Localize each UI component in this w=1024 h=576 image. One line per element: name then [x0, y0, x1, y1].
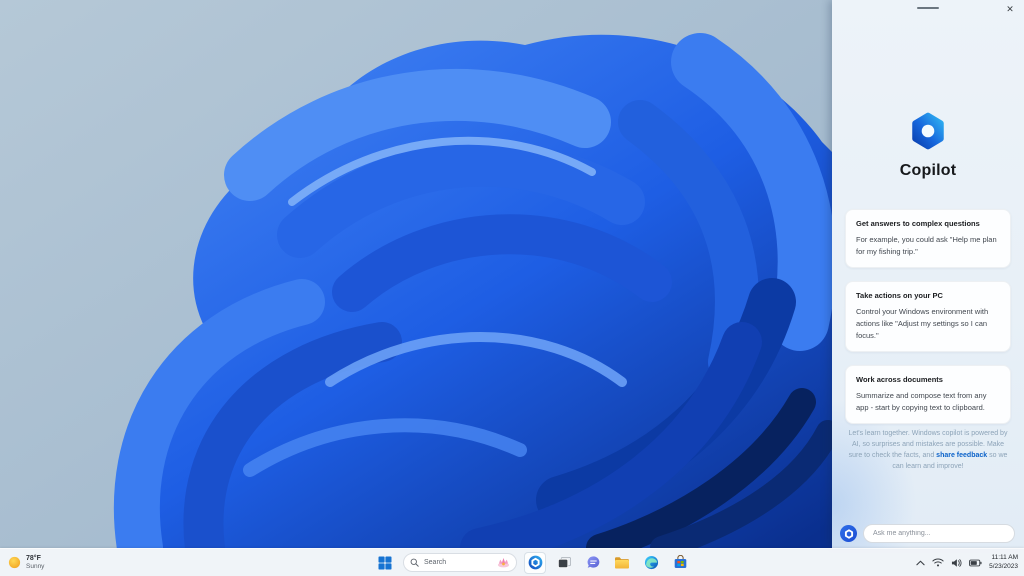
- card-body: Summarize and compose text from any app …: [856, 391, 987, 412]
- copilot-logo-icon: [907, 110, 949, 152]
- microsoft-store-button[interactable]: [669, 552, 691, 574]
- system-tray: 11:11 AM 5/23/2023: [916, 549, 1018, 576]
- tray-time: 11:11 AM: [991, 554, 1019, 562]
- desktop-wallpaper: [0, 0, 832, 548]
- taskbar-center: Search: [374, 549, 691, 576]
- taskbar: 78°F Sunny Search 11:11 AM 5/23/2023: [0, 548, 1024, 576]
- weather-temperature: 78°F: [26, 555, 41, 563]
- ask-me-anything-input[interactable]: [863, 524, 1015, 543]
- wifi-icon[interactable]: [932, 558, 944, 567]
- copilot-avatar-icon: [840, 525, 857, 542]
- task-view-button[interactable]: [553, 552, 575, 574]
- edge-button[interactable]: [640, 552, 662, 574]
- volume-icon[interactable]: [951, 558, 962, 568]
- card-body: For example, you could ask "Help me plan…: [856, 235, 997, 256]
- panel-drag-handle-icon[interactable]: [917, 7, 939, 9]
- weather-condition: Sunny: [26, 563, 45, 571]
- weather-text: 78°F Sunny: [26, 554, 44, 571]
- card-take-actions[interactable]: Take actions on your PC Control your Win…: [845, 281, 1011, 353]
- bloom-wallpaper-art: [0, 0, 832, 548]
- taskbar-clock[interactable]: 11:11 AM 5/23/2023: [989, 554, 1018, 571]
- windows-start-icon: [378, 556, 392, 569]
- suggestion-cards: Get answers to complex questions For exa…: [845, 209, 1011, 425]
- taskbar-search-box[interactable]: Search: [403, 553, 517, 572]
- weather-widget[interactable]: 78°F Sunny: [8, 549, 44, 576]
- card-title: Get answers to complex questions: [856, 219, 980, 228]
- ai-disclaimer: Let's learn together. Windows copilot is…: [845, 429, 1011, 472]
- share-feedback-link[interactable]: share feedback: [936, 452, 987, 459]
- card-title: Take actions on your PC: [856, 291, 943, 301]
- chat-button[interactable]: [582, 552, 604, 574]
- search-highlight-flower-icon: [497, 557, 510, 568]
- tray-date: 5/23/2023: [989, 562, 1018, 570]
- card-get-answers[interactable]: Get answers to complex questions For exa…: [845, 209, 1011, 269]
- file-explorer-icon: [615, 556, 629, 568]
- copilot-taskbar-icon: [528, 555, 542, 570]
- card-work-across-documents[interactable]: Work across documents Summarize and comp…: [845, 365, 1011, 425]
- hidden-icons-chevron-icon[interactable]: [916, 560, 925, 566]
- card-title: Work across documents: [856, 375, 943, 385]
- task-view-icon: [557, 556, 571, 569]
- start-button[interactable]: [374, 552, 396, 574]
- card-body: Control your Windows environment with ac…: [856, 307, 989, 340]
- microsoft-store-icon: [674, 555, 686, 568]
- copilot-panel: ✕ Copilot Get answers to complex questio…: [832, 0, 1024, 548]
- panel-title: Copilot: [899, 162, 957, 179]
- chat-icon: [587, 556, 599, 568]
- edge-icon: [644, 555, 658, 570]
- copilot-input-row: [840, 524, 1015, 543]
- close-icon[interactable]: ✕: [1003, 2, 1017, 16]
- file-explorer-button[interactable]: [611, 552, 633, 574]
- search-icon: [410, 558, 419, 567]
- windows-11-screen: ✕ Copilot Get answers to complex questio…: [0, 0, 1024, 576]
- taskbar-copilot-button[interactable]: [524, 551, 546, 574]
- sun-icon: [8, 556, 21, 569]
- search-placeholder: Search: [424, 559, 447, 566]
- battery-icon[interactable]: [969, 559, 982, 567]
